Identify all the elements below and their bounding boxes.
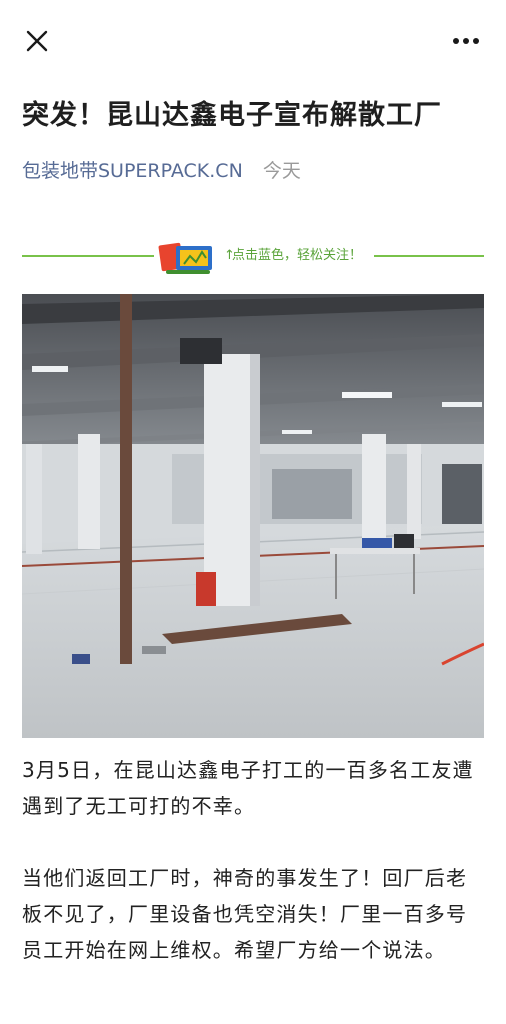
close-button[interactable] xyxy=(22,26,52,56)
divider-line-right xyxy=(374,255,484,257)
follow-banner: ↑ 点击蓝色，轻松关注！ xyxy=(22,234,484,278)
more-dots-icon xyxy=(453,38,479,44)
follow-hint[interactable]: 点击蓝色，轻松关注！ xyxy=(232,244,362,268)
paragraph-2: 当他们返回工厂时，神奇的事发生了！回厂后老板不见了，厂里设备也凭空消失！厂里一百… xyxy=(22,866,468,962)
divider-line-left xyxy=(22,255,154,257)
publish-date: 今天 xyxy=(262,160,301,182)
more-button[interactable] xyxy=(448,28,484,54)
factory-photo[interactable] xyxy=(22,294,484,738)
close-icon xyxy=(26,30,48,52)
paragraph-1: 3月5日，在昆山达鑫电子打工的一百多名工友遭遇到了无工可打的不幸。 xyxy=(22,758,474,818)
article-title: 突发！昆山达鑫电子宣布解散工厂 xyxy=(22,100,442,131)
account-logo-icon xyxy=(158,242,212,274)
article-meta: 包装地带SUPERPACK.CN 今天 xyxy=(22,156,301,186)
account-name-link[interactable]: 包装地带SUPERPACK.CN xyxy=(22,160,243,182)
top-bar xyxy=(0,0,506,80)
empty-factory-image xyxy=(22,294,484,738)
